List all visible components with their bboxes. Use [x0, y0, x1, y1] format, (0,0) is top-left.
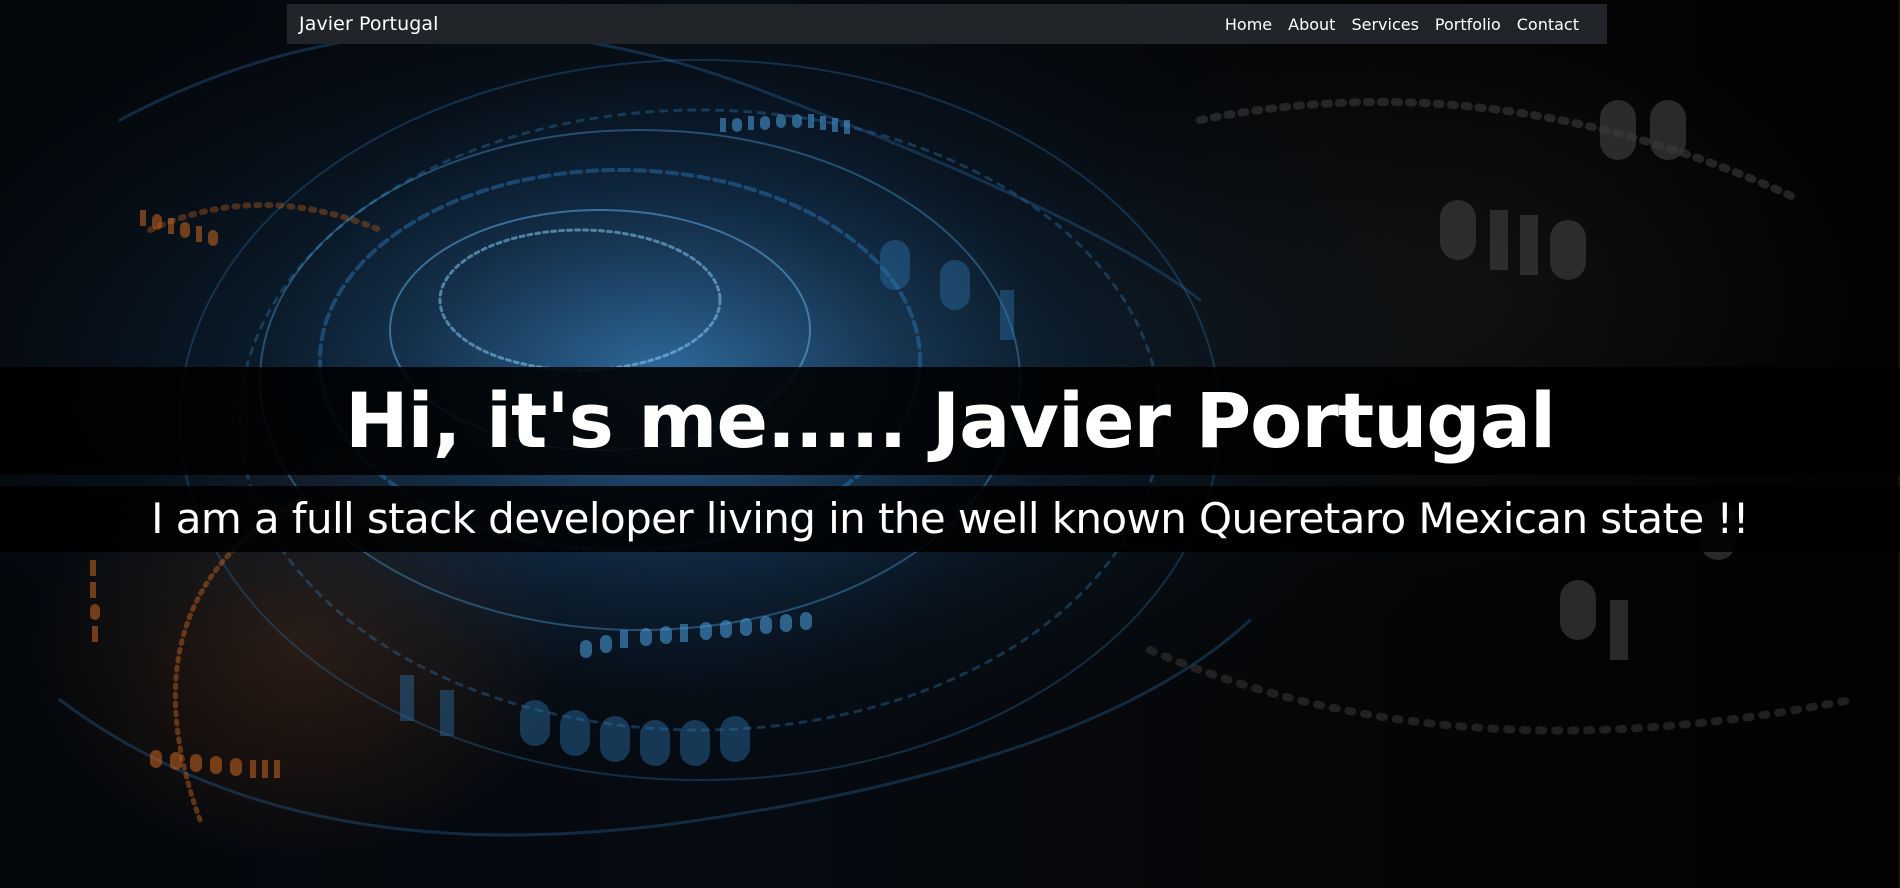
nav-link-contact[interactable]: Contact — [1509, 15, 1587, 34]
hero-title: Hi, it's me..... Javier Portugal — [344, 376, 1556, 465]
nav-link-about[interactable]: About — [1280, 15, 1343, 34]
navbar: Javier Portugal Home About Services Port… — [287, 4, 1607, 44]
nav-link-portfolio[interactable]: Portfolio — [1427, 15, 1509, 34]
navbar-brand[interactable]: Javier Portugal — [299, 13, 439, 35]
hero-subtitle: I am a full stack developer living in th… — [151, 494, 1749, 543]
nav-link-home[interactable]: Home — [1217, 15, 1280, 34]
nav-links: Home About Services Portfolio Contact — [1217, 15, 1595, 34]
page: Javier Portugal Home About Services Port… — [0, 0, 1900, 888]
nav-link-services[interactable]: Services — [1343, 15, 1426, 34]
